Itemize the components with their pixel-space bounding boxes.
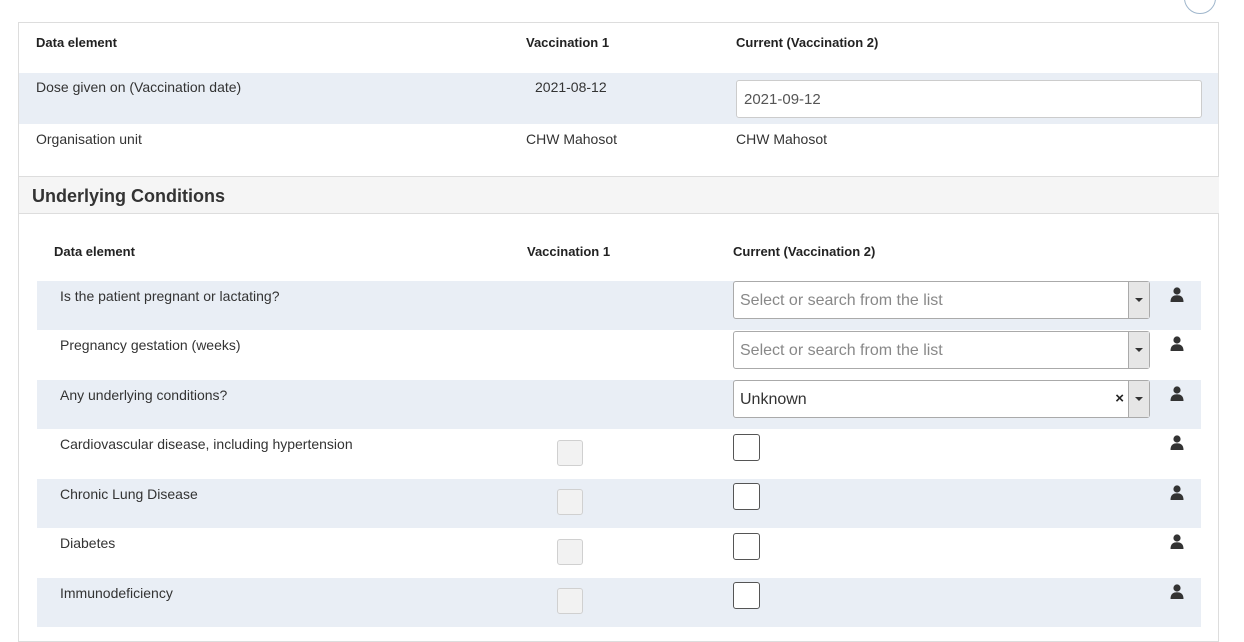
user-icon[interactable] [1170, 435, 1184, 450]
caret-down-icon[interactable] [1128, 381, 1149, 417]
section-header-current: Current (Vaccination 2) [733, 244, 876, 259]
underlying-conditions-select[interactable]: Unknown × [733, 380, 1150, 418]
row-label-underlying: Any underlying conditions? [60, 387, 228, 403]
section-header-vaccination-1: Vaccination 1 [527, 244, 611, 259]
row-label-lung: Chronic Lung Disease [60, 486, 198, 502]
pregnant-select-placeholder: Select or search from the list [740, 292, 943, 309]
section-title: Underlying Conditions [32, 186, 225, 206]
org-unit-label: Organisation unit [36, 131, 142, 147]
user-icon[interactable] [1170, 336, 1184, 351]
vaccination-date-input[interactable]: 2021-09-12 [736, 80, 1202, 118]
cardiovascular-v1-checkbox [557, 440, 583, 466]
table-row [37, 578, 1201, 627]
row-label-gestation: Pregnancy gestation (weeks) [60, 337, 241, 353]
lung-v1-checkbox [557, 489, 583, 515]
help-circle-button[interactable] [1184, 0, 1216, 14]
user-icon[interactable] [1170, 386, 1184, 401]
user-icon[interactable] [1170, 287, 1184, 302]
lung-checkbox[interactable] [733, 483, 760, 510]
header-vaccination-1: Vaccination 1 [526, 35, 610, 50]
row-label-immunodeficiency: Immunodeficiency [60, 585, 173, 601]
user-icon[interactable] [1170, 485, 1184, 500]
header-current: Current (Vaccination 2) [736, 35, 879, 50]
section-header: Underlying Conditions [19, 176, 1219, 214]
gestation-select[interactable]: Select or search from the list [733, 331, 1150, 369]
table-row [37, 479, 1201, 528]
cardiovascular-checkbox[interactable] [733, 434, 760, 461]
close-icon[interactable]: × [1115, 390, 1124, 407]
row-label-diabetes: Diabetes [60, 535, 116, 551]
gestation-select-placeholder: Select or search from the list [740, 342, 943, 359]
dose-v1-value: 2021-08-12 [535, 79, 607, 95]
org-unit-v1-value: CHW Mahosot [526, 131, 618, 147]
row-label-pregnant: Is the patient pregnant or lactating? [60, 288, 280, 304]
dose-label: Dose given on (Vaccination date) [36, 79, 242, 95]
user-icon[interactable] [1170, 534, 1184, 549]
diabetes-checkbox[interactable] [733, 533, 760, 560]
underlying-conditions-value: Unknown [740, 391, 807, 408]
pregnant-select[interactable]: Select or search from the list [733, 281, 1150, 319]
caret-down-icon[interactable] [1128, 282, 1149, 318]
immunodeficiency-v1-checkbox [557, 588, 583, 614]
user-icon[interactable] [1170, 584, 1184, 599]
row-label-cardiovascular: Cardiovascular disease, including hypert… [60, 436, 353, 452]
immunodeficiency-checkbox[interactable] [733, 582, 760, 609]
section-header-data-element: Data element [54, 244, 135, 259]
diabetes-v1-checkbox [557, 539, 583, 565]
header-data-element: Data element [36, 35, 117, 50]
org-unit-current-value: CHW Mahosot [736, 131, 828, 147]
caret-down-icon[interactable] [1128, 332, 1149, 368]
